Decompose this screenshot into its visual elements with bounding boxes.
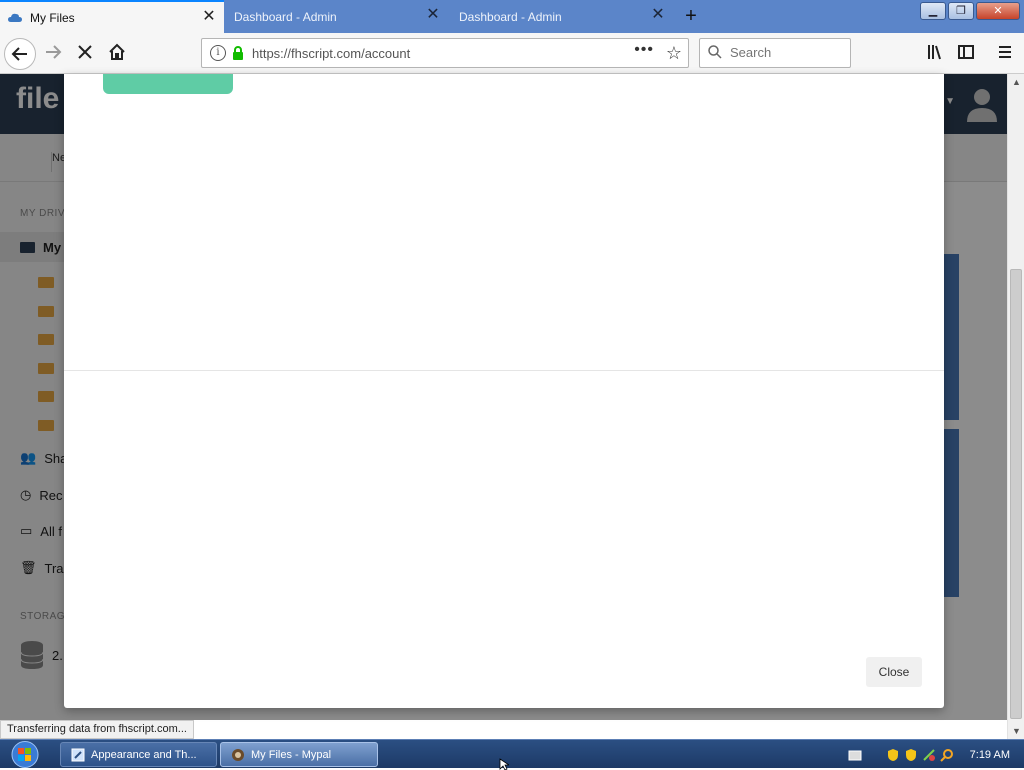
taskbar-item-label: My Files - Mypal — [251, 748, 332, 761]
modal-accent-bar — [103, 74, 233, 94]
restore-button[interactable]: ❐ — [948, 2, 974, 20]
mouse-cursor-icon — [499, 758, 509, 770]
lock-icon — [233, 46, 243, 60]
tab-label: Dashboard - Admin — [459, 9, 562, 24]
sidebar-toggle-button[interactable] — [955, 43, 977, 65]
windows-taskbar: Appearance and Th... My Files - Mypal 7:… — [0, 739, 1024, 768]
library-button[interactable] — [924, 43, 946, 65]
bookmark-star-icon[interactable]: ☆ — [666, 43, 682, 64]
close-tab-icon[interactable]: ✕ — [426, 7, 440, 23]
scrollbar-thumb[interactable] — [1010, 269, 1022, 719]
back-button[interactable] — [4, 38, 36, 70]
page-actions-icon[interactable]: ••• — [634, 41, 654, 59]
home-icon — [109, 43, 125, 60]
menu-button[interactable] — [994, 43, 1016, 65]
browser-nav-bar: i https://fhscript.com/account ••• ☆ — [0, 33, 1024, 74]
taskbar-item-appearance[interactable]: Appearance and Th... — [60, 742, 217, 767]
network-icon[interactable] — [922, 748, 936, 762]
system-tray: 7:19 AM — [848, 740, 1024, 769]
home-button[interactable] — [106, 43, 128, 65]
arrow-right-icon — [46, 45, 62, 59]
close-tab-icon[interactable]: ✕ — [202, 9, 216, 25]
url-text: https://fhscript.com/account — [252, 46, 411, 61]
close-window-button[interactable]: ✕ — [976, 2, 1020, 20]
stop-icon — [78, 45, 92, 59]
taskbar-item-label: Appearance and Th... — [91, 748, 197, 761]
info-icon[interactable]: i — [210, 45, 226, 61]
tab-label: Dashboard - Admin — [234, 9, 337, 24]
new-tab-button[interactable]: + — [680, 6, 702, 28]
address-bar[interactable]: i https://fhscript.com/account ••• ☆ — [201, 38, 689, 68]
account-modal: Close — [64, 74, 944, 708]
search-tray-icon[interactable] — [939, 748, 954, 762]
tab-dashboard-admin-2[interactable]: Dashboard - Admin ✕ — [451, 0, 673, 33]
search-bar[interactable] — [699, 38, 851, 68]
browser-tab-bar: My Files ✕ Dashboard - Admin ✕ Dashboard… — [0, 0, 1024, 33]
status-bar: Transferring data from fhscript.com... — [0, 720, 194, 739]
shield-icon[interactable] — [904, 748, 918, 762]
modal-divider — [64, 370, 944, 371]
taskbar-item-my-files[interactable]: My Files - Mypal — [220, 742, 378, 767]
tab-dashboard-admin-1[interactable]: Dashboard - Admin ✕ — [226, 0, 448, 33]
tab-my-files[interactable]: My Files ✕ — [0, 0, 224, 33]
stop-button[interactable] — [74, 43, 96, 65]
mypal-browser-icon — [232, 748, 244, 761]
search-icon — [708, 45, 722, 59]
start-button[interactable] — [6, 740, 44, 769]
tab-label: My Files — [30, 10, 75, 25]
minimize-button[interactable]: ▁ — [920, 2, 946, 20]
close-button[interactable]: Close — [866, 657, 922, 687]
vertical-scrollbar[interactable]: ▲ ▼ — [1007, 74, 1024, 739]
search-input[interactable] — [730, 45, 840, 60]
cloud-icon — [8, 13, 22, 22]
control-panel-icon — [71, 748, 85, 761]
forward-button[interactable] — [42, 43, 64, 65]
scroll-down-arrow[interactable]: ▼ — [1008, 723, 1024, 739]
library-icon — [928, 45, 941, 60]
shield-icon[interactable] — [886, 748, 900, 762]
close-tab-icon[interactable]: ✕ — [651, 7, 665, 23]
arrow-left-icon — [11, 47, 27, 61]
taskbar-clock[interactable]: 7:19 AM — [970, 749, 1010, 761]
sidebar-icon — [958, 45, 974, 59]
scroll-up-arrow[interactable]: ▲ — [1008, 74, 1024, 90]
keyboard-icon[interactable] — [848, 748, 862, 762]
hamburger-menu-icon — [999, 46, 1011, 58]
window-controls: ▁ ❐ ✕ — [920, 2, 1020, 20]
